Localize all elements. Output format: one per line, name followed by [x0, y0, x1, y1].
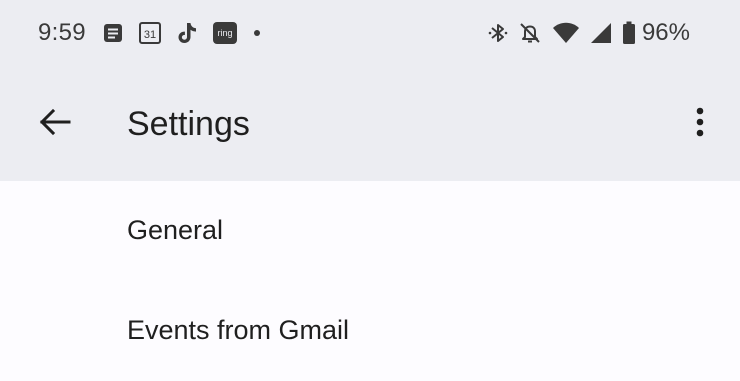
tiktok-icon: [176, 21, 198, 45]
status-bar-right: 96%: [488, 18, 690, 48]
toolbar: Settings: [0, 84, 740, 164]
more-vert-icon: [696, 106, 704, 143]
calendar-day-text: 31: [144, 29, 156, 41]
bluetooth-icon: [488, 21, 508, 45]
wifi-icon: [552, 22, 580, 44]
settings-item-events-from-gmail[interactable]: Events from Gmail: [0, 281, 740, 381]
status-bar-left: 9:59 31 ring: [38, 18, 276, 48]
status-time: 9:59: [38, 19, 86, 46]
back-button[interactable]: [30, 104, 80, 144]
notification-dot-icon: [252, 28, 262, 38]
notifications-off-icon: [518, 21, 542, 45]
calendar-settings-screen: 9:59 31 ring 96% Settings General Events…: [0, 0, 740, 381]
ring-icon: ring: [212, 21, 238, 45]
notes-icon: [102, 22, 124, 44]
arrow-back-icon: [38, 107, 72, 142]
cellular-signal-icon: [590, 22, 612, 44]
page-title: Settings: [127, 105, 250, 143]
status-bar: 9:59 31 ring 96%: [0, 0, 740, 64]
ring-text: ring: [217, 28, 232, 38]
battery-icon: [622, 21, 636, 45]
settings-item-general[interactable]: General: [0, 181, 740, 281]
more-options-button[interactable]: [684, 104, 716, 144]
battery-percent: 96%: [641, 19, 690, 46]
settings-list: General Events from Gmail: [0, 181, 740, 381]
list-item-label: General: [127, 215, 224, 245]
calendar-icon: 31: [138, 21, 162, 45]
app-header: 9:59 31 ring 96% Settings: [0, 0, 740, 181]
list-item-label: Events from Gmail: [127, 315, 350, 345]
